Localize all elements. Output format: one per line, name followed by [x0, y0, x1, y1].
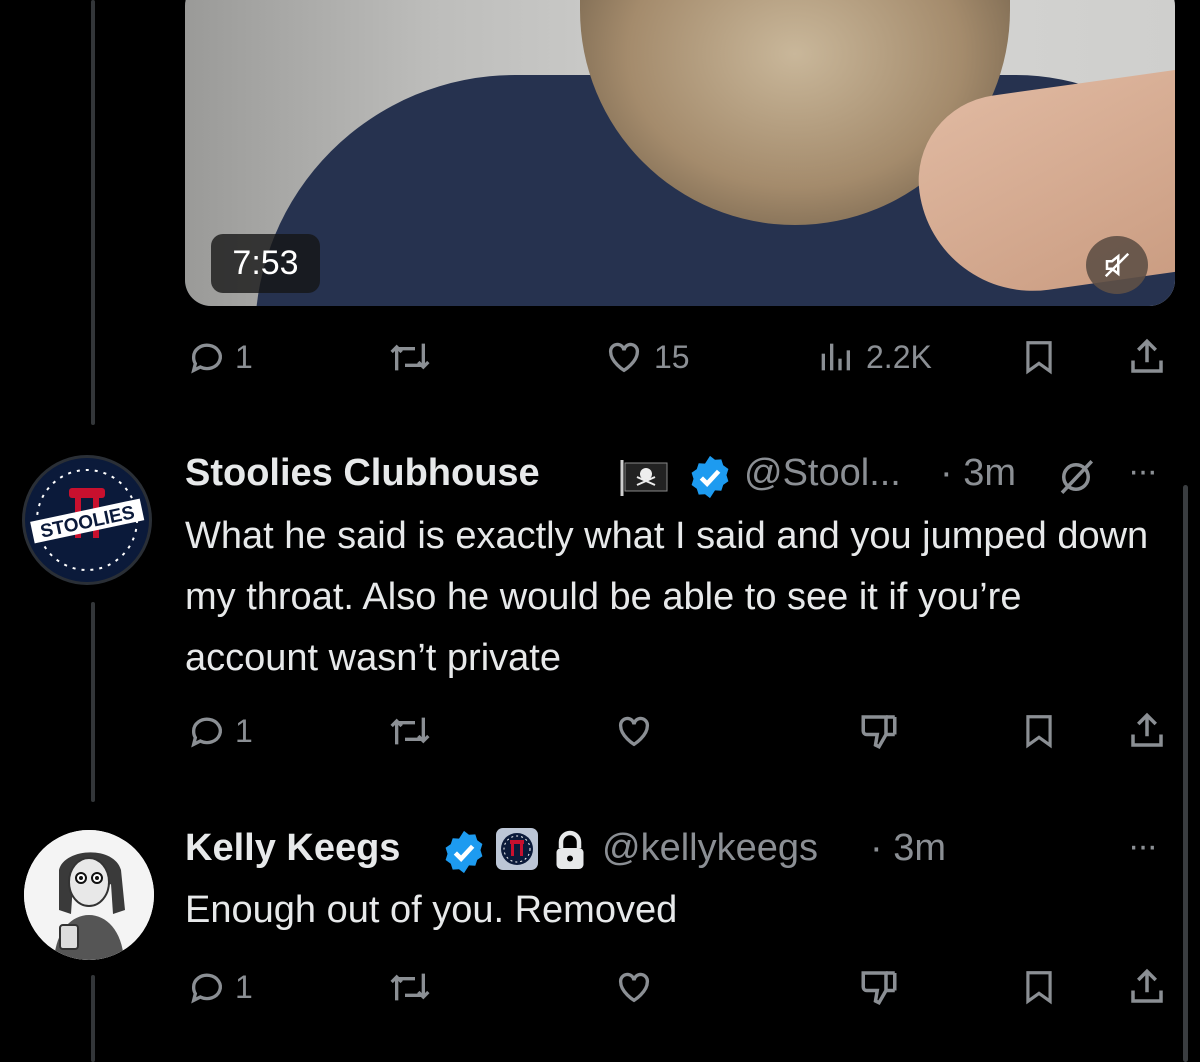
tweet-text: What he said is exactly what I said and …: [185, 515, 1149, 679]
reply-icon: [191, 343, 222, 374]
barstool-badge-icon: [496, 828, 538, 870]
reply-button[interactable]: 1: [187, 957, 253, 1017]
view-count: 2.2K: [866, 338, 932, 375]
display-name[interactable]: Kelly Keegs: [185, 827, 400, 870]
like-button[interactable]: 15: [602, 327, 690, 387]
avatar[interactable]: [24, 830, 154, 960]
share-icon: [1131, 338, 1163, 373]
tweet3-actions: 1: [0, 957, 1200, 1017]
like-icon: [608, 342, 640, 373]
reply-count: 1: [235, 338, 253, 375]
dislike-icon: [861, 971, 897, 1006]
video-duration: 7:53: [211, 234, 320, 293]
share-button[interactable]: [1126, 701, 1168, 761]
dislike-button[interactable]: [857, 957, 901, 1017]
reply-icon: [191, 717, 222, 748]
mute-button[interactable]: [1086, 236, 1148, 294]
video-player[interactable]: [185, 0, 1175, 306]
mute-icon: [1104, 252, 1130, 278]
bookmark-button[interactable]: [1020, 957, 1058, 1017]
more-options-button[interactable]: ···: [1128, 827, 1158, 866]
tweet1-actions: 1 15 2.2K: [0, 327, 1200, 387]
handle[interactable]: @Stool...: [744, 452, 901, 495]
timestamp[interactable]: · 3m: [940, 452, 1016, 495]
dislike-icon: [861, 715, 897, 750]
views-icon: [821, 343, 850, 371]
like-count: 15: [654, 338, 690, 375]
retweet-icon: [390, 717, 430, 745]
reply-button[interactable]: 1: [187, 701, 253, 761]
sketch-portrait: [24, 830, 154, 960]
bookmark-icon: [1026, 341, 1052, 375]
verified-badge-icon: [691, 455, 729, 499]
bookmark-icon: [1026, 715, 1052, 749]
verified-badge-icon: [445, 830, 483, 874]
share-icon: [1131, 968, 1163, 1003]
handle[interactable]: @kellykeegs: [602, 827, 818, 870]
stoolies-logo: STOOLIES: [27, 460, 147, 580]
lock-icon: [556, 830, 584, 869]
reply-count: 1: [235, 712, 253, 749]
retweet-icon: [390, 973, 430, 1001]
bookmark-button[interactable]: [1020, 701, 1058, 761]
share-icon: [1131, 712, 1163, 747]
bookmark-button[interactable]: [1020, 327, 1058, 387]
timestamp[interactable]: · 3m: [870, 827, 946, 870]
retweet-button[interactable]: [386, 327, 434, 387]
tweet-text: Enough out of you. Removed: [185, 889, 678, 931]
like-icon: [618, 972, 650, 1003]
more-options-button[interactable]: ···: [1128, 452, 1158, 491]
retweet-icon: [390, 343, 430, 371]
pirate-flag-icon: [620, 460, 668, 496]
tweet2-actions: 1: [0, 701, 1200, 761]
views-button[interactable]: 2.2K: [812, 327, 932, 387]
reply-button[interactable]: 1: [187, 327, 253, 387]
like-button[interactable]: [612, 701, 656, 761]
avatar[interactable]: STOOLIES: [22, 455, 152, 585]
share-button[interactable]: [1126, 327, 1168, 387]
reply-count: 1: [235, 968, 253, 1005]
retweet-button[interactable]: [386, 701, 434, 761]
reply-icon: [191, 973, 222, 1004]
grok-icon[interactable]: [1055, 456, 1097, 498]
share-button[interactable]: [1126, 957, 1168, 1017]
display-name[interactable]: Stoolies Clubhouse: [185, 452, 540, 495]
like-button[interactable]: [612, 957, 656, 1017]
bookmark-icon: [1026, 971, 1052, 1005]
scrollbar[interactable]: [1183, 485, 1188, 1062]
dislike-button[interactable]: [857, 701, 901, 761]
like-icon: [618, 716, 650, 747]
retweet-button[interactable]: [386, 957, 434, 1017]
